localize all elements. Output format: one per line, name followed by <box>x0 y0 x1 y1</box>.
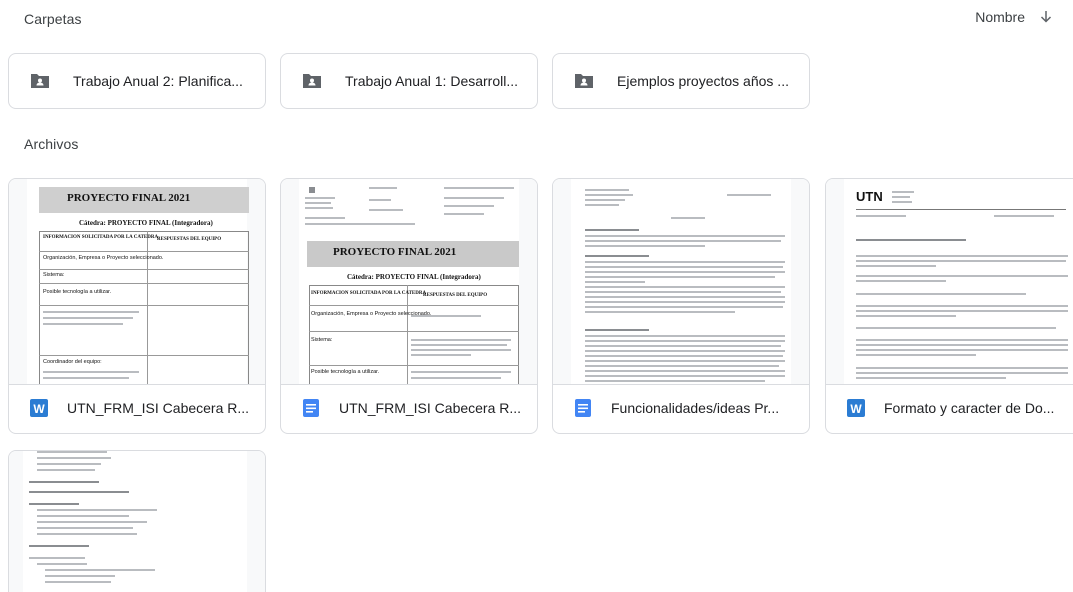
folder-name: Ejemplos proyectos años ... <box>617 73 789 89</box>
file-name: Funcionalidades/ideas Pr... <box>611 400 780 416</box>
file-thumbnail: PROYECTO FINAL 2021 Cátedra: PROYECTO FI… <box>281 179 537 385</box>
folders-section-title: Carpetas <box>24 11 82 27</box>
file-card[interactable]: PROYECTO FINAL 2021 Cátedra: PROYECTO FI… <box>8 178 266 434</box>
shared-folder-icon <box>31 74 49 88</box>
file-thumbnail <box>553 179 809 385</box>
google-docs-icon <box>575 399 591 417</box>
folder-name: Trabajo Anual 1: Desarroll... <box>345 73 519 89</box>
file-thumbnail: UTN <box>826 179 1073 385</box>
folder-item[interactable]: Trabajo Anual 2: Planifica... <box>8 53 266 109</box>
thumb-banner-text: PROYECTO FINAL 2021 <box>333 246 457 258</box>
sort-by-name-button[interactable]: Nombre <box>975 8 1055 26</box>
thumb-banner-text: PROYECTO FINAL 2021 <box>67 192 191 204</box>
shared-folder-icon <box>303 74 321 88</box>
thumb-row-tecno: Posible tecnología a utilizar. <box>43 289 112 295</box>
thumb-row-sistema: Sistema: <box>43 272 65 278</box>
file-card[interactable]: PROYECTO FINAL 2021 Cátedra: PROYECTO FI… <box>280 178 538 434</box>
sort-label: Nombre <box>975 9 1025 25</box>
word-icon: W <box>847 399 865 417</box>
thumb-catedra-text: Cátedra: PROYECTO FINAL (Integradora) <box>347 273 481 281</box>
thumb-info-header: INFORMACION SOLICITADA POR LA CATEDRA <box>311 291 427 296</box>
file-card[interactable] <box>8 450 266 592</box>
file-card[interactable]: UTN W Formato y caracter de Do... <box>825 178 1073 434</box>
thumb-row-coord: Coordinador del equipo: <box>43 359 102 365</box>
svg-text:W: W <box>33 402 45 416</box>
thumb-catedra-text: Cátedra: PROYECTO FINAL (Integradora) <box>79 219 213 227</box>
thumb-row-tecno: Posible tecnología a utilizar. <box>311 369 380 375</box>
files-section-title: Archivos <box>24 136 79 152</box>
folder-item[interactable]: Ejemplos proyectos años ... <box>552 53 810 109</box>
thumb-row-sistema: Sistema: <box>311 337 333 343</box>
file-name: Formato y caracter de Do... <box>884 400 1055 416</box>
file-thumbnail: PROYECTO FINAL 2021 Cátedra: PROYECTO FI… <box>9 179 265 385</box>
thumb-info-header: INFORMACION SOLICITADA POR LA CATEDRA <box>43 235 159 240</box>
folder-item[interactable]: Trabajo Anual 1: Desarroll... <box>280 53 538 109</box>
thumb-row-org: Organización, Empresa o Proyecto selecci… <box>43 255 164 261</box>
shared-folder-icon <box>575 74 593 88</box>
folder-name: Trabajo Anual 2: Planifica... <box>73 73 243 89</box>
google-docs-icon <box>303 399 319 417</box>
word-icon: W <box>30 399 48 417</box>
file-name: UTN_FRM_ISI Cabecera R... <box>67 400 250 416</box>
thumb-resp-header: RESPUESTAS DEL EQUIPO <box>157 237 222 242</box>
thumb-utn-logo: UTN <box>856 189 883 204</box>
file-thumbnail <box>9 451 265 592</box>
svg-text:W: W <box>850 402 862 416</box>
arrow-down-icon <box>1040 11 1052 23</box>
file-name: UTN_FRM_ISI Cabecera R... <box>339 400 522 416</box>
file-card[interactable]: Funcionalidades/ideas Pr... <box>552 178 810 434</box>
thumb-resp-header: RESPUESTAS DEL EQUIPO <box>423 293 488 298</box>
